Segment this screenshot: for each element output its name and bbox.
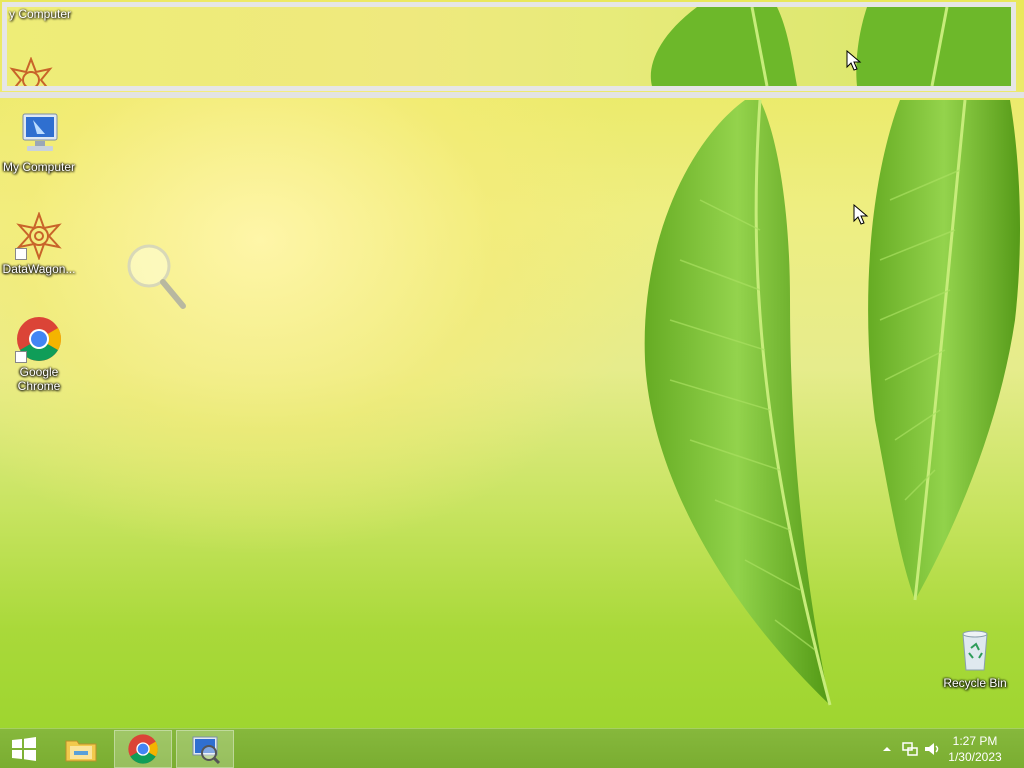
chrome-icon — [128, 734, 158, 764]
shortcut-arrow-icon — [15, 248, 27, 260]
chevron-up-icon[interactable] — [882, 745, 892, 753]
network-icon[interactable] — [902, 741, 918, 757]
chrome-icon — [15, 315, 63, 363]
magnified-leaves — [650, 7, 1011, 86]
windows-logo-icon — [12, 737, 36, 761]
desktop-icon-label: Recycle Bin — [943, 676, 1007, 690]
taskbar-magnifier[interactable] — [176, 730, 234, 768]
shortcut-arrow-icon — [15, 351, 27, 363]
desktop-icon-google-chrome[interactable]: Google Chrome — [0, 315, 78, 393]
desktop-icon-datawagon[interactable]: DataWagon... — [0, 211, 78, 276]
computer-icon — [15, 110, 63, 158]
mouse-cursor-icon — [853, 204, 869, 225]
magnifier-border — [0, 92, 1024, 98]
magnifier-label-fragment: y Computer — [9, 7, 72, 21]
folder-icon — [65, 740, 97, 762]
desktop: y Computer My Computer DataWagon... Goog… — [0, 0, 1024, 768]
magnifier-icon[interactable] — [125, 240, 189, 312]
wallpaper-leaves — [644, 99, 1021, 706]
desktop-icon-recycle-bin[interactable]: Recycle Bin — [936, 626, 1014, 690]
system-tray: 1:27 PM 1/30/2023 — [864, 729, 1024, 768]
magnified-datawagon-icon — [9, 57, 53, 86]
start-button[interactable] — [0, 730, 48, 768]
datawagon-icon — [15, 211, 63, 261]
desktop-icon-my-computer[interactable]: My Computer — [0, 110, 78, 174]
taskbar-google-chrome[interactable] — [114, 730, 172, 768]
desktop-icon-label: My Computer — [2, 160, 76, 174]
taskbar: 1:27 PM 1/30/2023 — [0, 728, 1024, 768]
clock-time: 1:27 PM — [952, 734, 998, 748]
clock[interactable]: 1:27 PM 1/30/2023 — [940, 733, 1010, 765]
magnifier-window: y Computer — [0, 0, 1024, 100]
mouse-cursor-icon — [846, 50, 862, 71]
computer-magnifier-icon — [192, 736, 221, 765]
desktop-icon-label: DataWagon... — [2, 262, 76, 276]
magnifier-view: y Computer — [2, 2, 1016, 91]
desktop-icon-label: Google Chrome — [17, 365, 61, 393]
recycle-bin-icon — [951, 626, 999, 674]
taskbar-file-explorer[interactable] — [52, 730, 110, 768]
clock-date: 1/30/2023 — [948, 750, 1002, 764]
